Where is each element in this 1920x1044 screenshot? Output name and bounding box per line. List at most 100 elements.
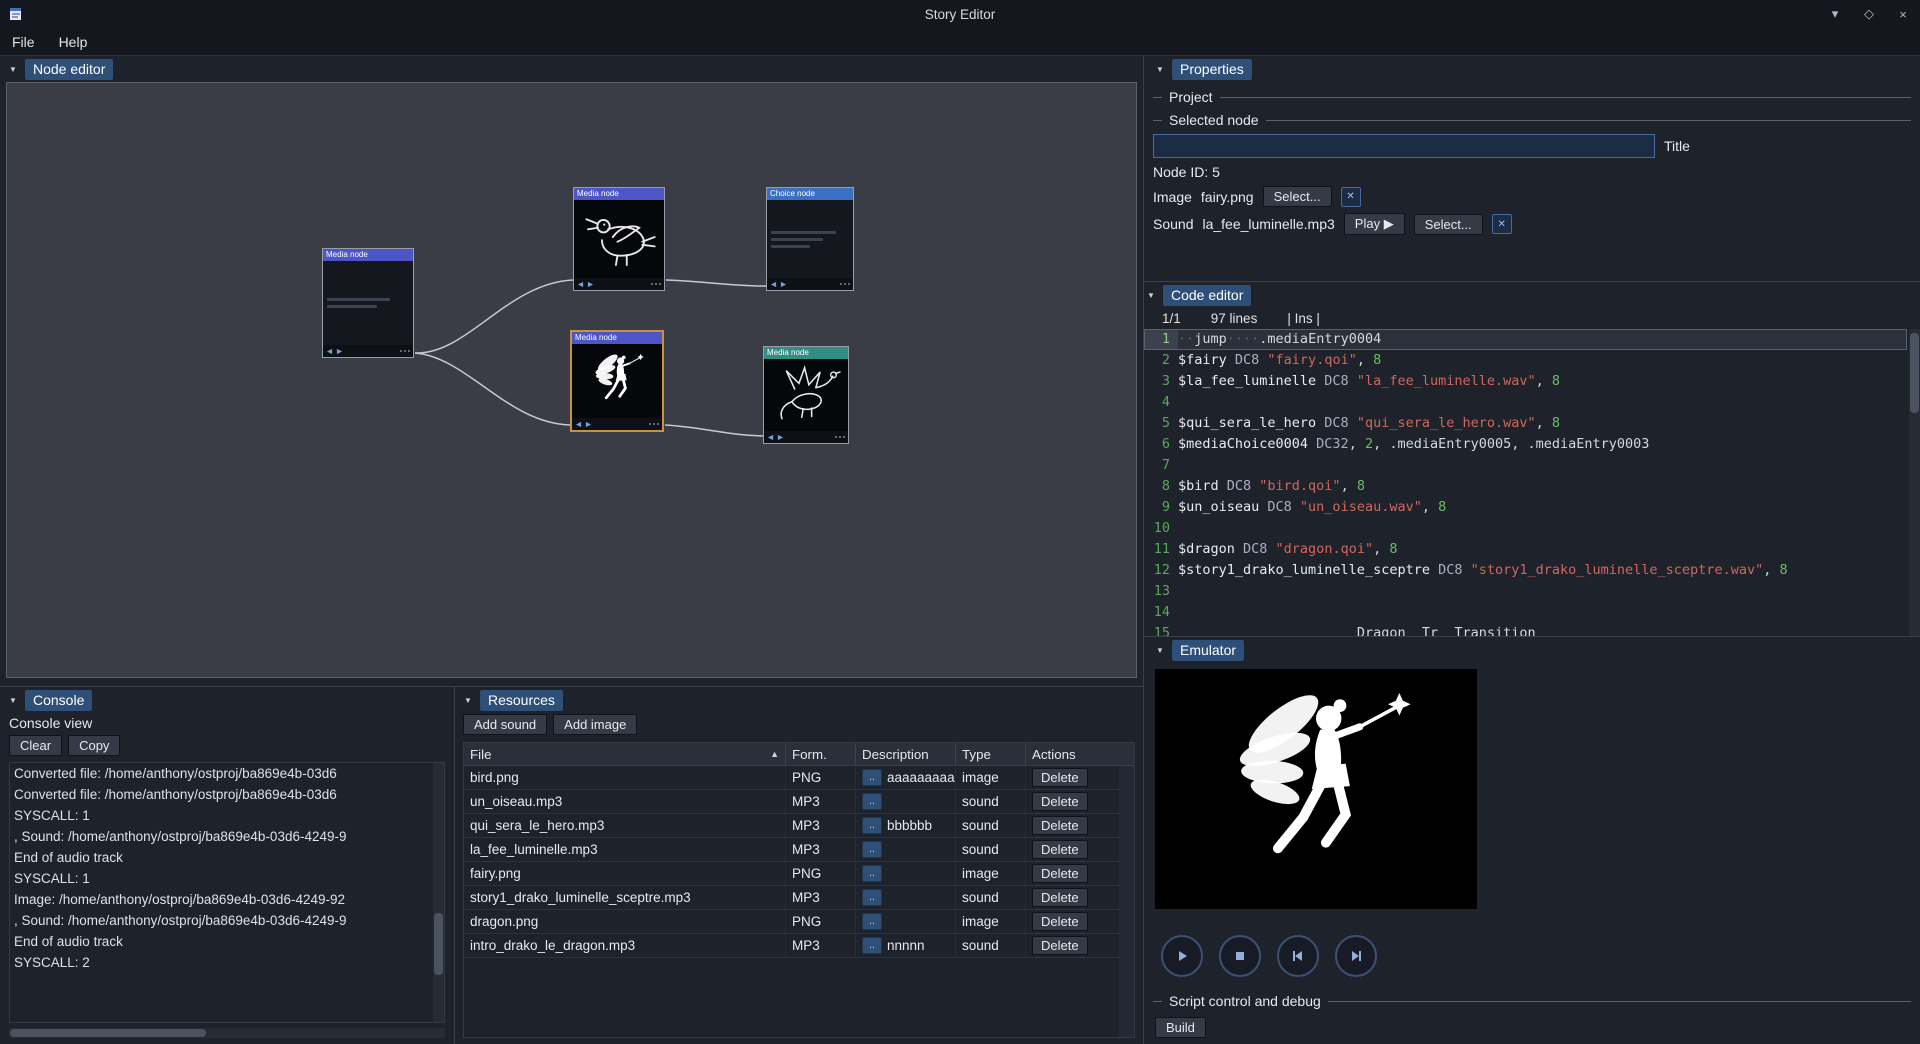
delete-button[interactable]: Delete [1032,840,1088,859]
title-input[interactable] [1153,134,1655,158]
node-port-in-icon[interactable] [770,281,777,288]
edit-description-button[interactable]: .. [862,769,882,786]
node-port-out-icon[interactable] [585,421,592,428]
node-menu-icon[interactable] [651,283,661,285]
node-choice[interactable]: Choice node [766,187,854,291]
step-forward-button[interactable] [1335,935,1377,977]
add-sound-button[interactable]: Add sound [463,714,547,735]
node-port-in-icon[interactable] [577,281,584,288]
collapse-icon[interactable]: ▼ [6,62,20,76]
table-row[interactable]: un_oiseau.mp3 MP3 .. sound Delete [464,790,1134,814]
copy-button[interactable]: Copy [68,735,120,756]
table-row[interactable]: la_fee_luminelle.mp3 MP3 .. sound Delete [464,838,1134,862]
code-line[interactable]: 14 [1144,602,1907,623]
code-line[interactable]: 5$qui_sera_le_hero DC8 "qui_sera_le_hero… [1144,413,1907,434]
node-canvas[interactable]: Media node Media node [6,82,1137,678]
console-vscrollbar[interactable] [433,763,444,1022]
code-line[interactable]: 12$story1_drako_luminelle_sceptre DC8 "s… [1144,560,1907,581]
node-port-out-icon[interactable] [587,281,594,288]
console-hscrollbar[interactable] [9,1028,445,1038]
node-port-in-icon[interactable] [575,421,582,428]
play-button[interactable] [1161,935,1203,977]
code-line[interactable]: 13 [1144,581,1907,602]
edit-description-button[interactable]: .. [862,841,882,858]
collapse-icon[interactable]: ▼ [6,693,20,707]
column-header-file[interactable]: File ▲ [464,743,786,765]
code-line[interactable]: 2$fairy DC8 "fairy.qoi", 8 [1144,350,1907,371]
node-dragon[interactable]: Media node [763,346,849,444]
node-entry[interactable]: Media node [322,248,414,358]
clear-button[interactable]: Clear [9,735,62,756]
play-sound-button[interactable]: Play ▶ [1344,213,1405,235]
edit-description-button[interactable]: .. [862,793,882,810]
collapse-icon[interactable]: ▼ [1153,62,1167,76]
delete-button[interactable]: Delete [1032,888,1088,907]
code-line[interactable]: 11$dragon DC8 "dragon.qoi", 8 [1144,539,1907,560]
node-port-out-icon[interactable] [777,434,784,441]
maximize-button[interactable]: ◇ [1852,0,1886,28]
node-port-out-icon[interactable] [780,281,787,288]
column-header-actions[interactable]: Actions [1026,743,1096,765]
step-back-button[interactable] [1277,935,1319,977]
node-port-out-icon[interactable] [336,348,343,355]
node-menu-icon[interactable] [840,283,850,285]
collapse-icon[interactable]: ▼ [1153,643,1167,657]
code-line[interactable]: 4 [1144,392,1907,413]
close-button[interactable]: × [1886,0,1920,28]
console-log[interactable]: Converted file: /home/anthony/ostproj/ba… [9,762,445,1023]
code-line[interactable]: 15 Dragon Tr Transition [1144,623,1907,636]
minimize-button[interactable]: ▾ [1818,0,1852,28]
add-image-button[interactable]: Add image [553,714,637,735]
delete-button[interactable]: Delete [1032,912,1088,931]
delete-button[interactable]: Delete [1032,816,1088,835]
code-line[interactable]: 6$mediaChoice0004 DC32, 2, .mediaEntry00… [1144,434,1907,455]
menu-item-help[interactable]: Help [47,30,100,54]
code-vscrollbar-thumb[interactable] [1910,333,1919,413]
node-menu-icon[interactable] [835,436,845,438]
select-image-button[interactable]: Select... [1263,186,1332,207]
node-port-in-icon[interactable] [326,348,333,355]
menu-item-file[interactable]: File [0,30,47,54]
delete-button[interactable]: Delete [1032,768,1088,787]
panel-title-code-editor[interactable]: Code editor [1163,285,1251,306]
node-port-in-icon[interactable] [767,434,774,441]
table-row[interactable]: intro_drako_le_dragon.mp3 MP3 .. nnnnn s… [464,934,1134,958]
edit-description-button[interactable]: .. [862,913,882,930]
delete-button[interactable]: Delete [1032,792,1088,811]
panel-title-resources[interactable]: Resources [480,690,563,711]
edit-description-button[interactable]: .. [862,889,882,906]
code-editor[interactable]: 1··jump····.mediaEntry00042$fairy DC8 "f… [1144,329,1920,636]
code-line[interactable]: 1··jump····.mediaEntry0004 [1144,329,1907,350]
column-header-description[interactable]: Description [856,743,956,765]
table-row[interactable]: fairy.png PNG .. image Delete [464,862,1134,886]
delete-button[interactable]: Delete [1032,864,1088,883]
console-vscrollbar-thumb[interactable] [434,913,443,975]
node-fairy[interactable]: Media node [570,330,664,432]
clear-image-button[interactable]: ✕ [1341,187,1361,207]
code-line[interactable]: 9$un_oiseau DC8 "un_oiseau.wav", 8 [1144,497,1907,518]
code-line[interactable]: 7 [1144,455,1907,476]
panel-title-emulator[interactable]: Emulator [1172,640,1244,661]
code-line[interactable]: 3$la_fee_luminelle DC8 "la_fee_luminelle… [1144,371,1907,392]
table-vscrollbar[interactable] [1119,766,1134,1037]
delete-button[interactable]: Delete [1032,936,1088,955]
stop-button[interactable] [1219,935,1261,977]
panel-title-node-editor[interactable]: Node editor [25,59,113,80]
console-hscrollbar-thumb[interactable] [10,1029,206,1037]
node-bird[interactable]: Media node [573,187,665,291]
edit-description-button[interactable]: .. [862,865,882,882]
code-vscrollbar[interactable] [1909,329,1920,636]
node-menu-icon[interactable] [400,350,410,352]
collapse-icon[interactable]: ▼ [1144,288,1158,302]
table-row[interactable]: story1_drako_luminelle_sceptre.mp3 MP3 .… [464,886,1134,910]
panel-title-properties[interactable]: Properties [1172,59,1252,80]
column-header-format[interactable]: Form. [786,743,856,765]
table-row[interactable]: bird.png PNG .. aaaaaaaaa image Delete [464,766,1134,790]
build-button[interactable]: Build [1155,1017,1206,1038]
table-row[interactable]: dragon.png PNG .. image Delete [464,910,1134,934]
collapse-icon[interactable]: ▼ [461,693,475,707]
edit-description-button[interactable]: .. [862,937,882,954]
code-line[interactable]: 8$bird DC8 "bird.qoi", 8 [1144,476,1907,497]
clear-sound-button[interactable]: ✕ [1492,214,1512,234]
node-menu-icon[interactable] [649,423,659,425]
